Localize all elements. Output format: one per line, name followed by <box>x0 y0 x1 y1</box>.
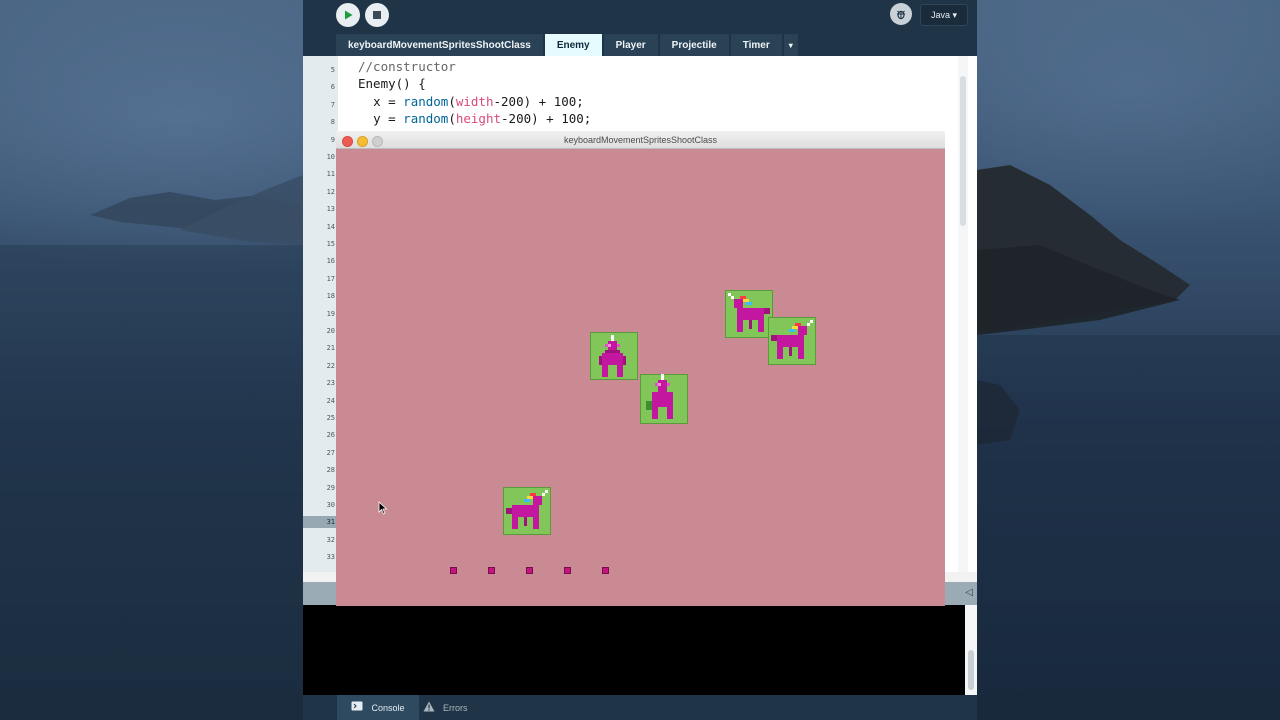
tab-enemy[interactable]: Enemy <box>544 34 602 56</box>
tab-timer[interactable]: Timer <box>730 34 782 56</box>
line-number: 32 <box>326 535 335 544</box>
line-number: 10 <box>326 153 335 161</box>
tab-player[interactable]: Player <box>603 34 658 56</box>
warning-icon <box>423 701 435 715</box>
enemy-sprite <box>768 317 816 365</box>
sketch-window-title: keyboardMovementSpritesShootClass <box>563 135 718 145</box>
projectile <box>526 567 533 574</box>
bottom-tabs: Console Errors <box>303 695 977 720</box>
line-number: 5 <box>330 66 335 74</box>
collapse-console-icon[interactable]: ◁ <box>965 587 973 598</box>
debug-button[interactable] <box>890 3 912 25</box>
play-icon <box>345 10 353 20</box>
line-number: 18 <box>326 292 335 301</box>
console-scrollbar-thumb[interactable] <box>968 650 974 690</box>
mode-selector[interactable]: Java ▾ <box>920 4 968 26</box>
line-number: 12 <box>326 187 335 196</box>
line-number: 6 <box>330 83 335 92</box>
window-close-button[interactable] <box>342 136 353 147</box>
stop-icon <box>373 11 381 19</box>
line-number: 8 <box>330 118 335 127</box>
line-number: 16 <box>326 257 335 266</box>
errors-tab-label: Errors <box>443 702 468 713</box>
console-tab[interactable]: Console <box>337 695 419 720</box>
debugger-icon <box>897 10 905 20</box>
enemy-sprite <box>590 332 638 380</box>
line-number: 23 <box>326 379 335 388</box>
line-number: 17 <box>326 274 335 283</box>
unicorn-front-icon <box>646 374 673 419</box>
errors-tab[interactable]: Errors <box>423 695 483 720</box>
projectile <box>488 567 495 574</box>
mouse-cursor-icon <box>378 501 388 515</box>
tab-projectile[interactable]: Projectile <box>659 34 729 56</box>
window-maximize-button[interactable] <box>372 136 383 147</box>
unicorn-front-icon <box>599 335 626 377</box>
line-number: 9 <box>330 135 335 144</box>
line-number: 31 <box>303 516 338 529</box>
line-number: 13 <box>326 205 335 214</box>
sketch-window: keyboardMovementSpritesShootClass <box>336 131 945 606</box>
projectile <box>564 567 571 574</box>
code-line: Enemy() { <box>358 76 426 92</box>
unicorn-side-icon <box>506 490 548 529</box>
editor-scrollbar-thumb[interactable] <box>960 76 966 226</box>
line-number: 7 <box>330 100 335 109</box>
line-number: 19 <box>326 309 335 318</box>
line-number: 28 <box>326 466 335 475</box>
stop-button[interactable] <box>365 3 389 27</box>
line-number: 11 <box>326 170 335 179</box>
sketch-canvas[interactable] <box>336 149 945 606</box>
enemy-sprite <box>725 290 773 338</box>
unicorn-side-icon <box>728 293 770 332</box>
line-number: 22 <box>326 361 335 370</box>
projectile <box>450 567 457 574</box>
line-number: 14 <box>326 222 335 231</box>
line-number: 29 <box>326 483 335 492</box>
editor-scrollbar[interactable] <box>958 56 968 572</box>
sketch-titlebar[interactable]: keyboardMovementSpritesShootClass <box>336 131 945 149</box>
player-sprite <box>503 487 551 535</box>
line-number: 24 <box>326 396 335 405</box>
code-line: x = random(width-200) + 100; <box>373 93 584 109</box>
line-number-gutter: 5 6 7 8 9 10 11 12 13 14 15 16 17 18 19 20 21 22 23 24 25 26 2… <box>303 56 338 572</box>
editor-tabs: keyboardMovementSpritesShootClass Enemy … <box>336 34 800 56</box>
enemy-sprite <box>640 374 688 424</box>
line-number: 27 <box>326 448 335 457</box>
terminal-icon <box>351 701 363 714</box>
line-number: 21 <box>326 344 335 353</box>
line-number: 15 <box>326 240 335 248</box>
tab-keyboardmovementspritesshootclass[interactable]: keyboardMovementSpritesShootClass <box>336 34 543 56</box>
line-number: 30 <box>326 501 335 509</box>
unicorn-side-icon <box>771 320 813 359</box>
line-number: 25 <box>326 414 335 422</box>
console-scrollbar[interactable] <box>965 605 977 695</box>
projectile <box>602 567 609 574</box>
console-tab-label: Console <box>371 702 405 713</box>
code-line: y = random(height-200) + 100; <box>373 111 592 127</box>
line-number: 20 <box>326 327 335 335</box>
line-number: 33 <box>326 553 335 562</box>
toolbar: Java ▾ <box>303 0 977 34</box>
tab-menu-button[interactable]: ▾ <box>783 34 798 56</box>
run-button[interactable] <box>336 3 360 27</box>
line-number: 26 <box>326 431 335 440</box>
console-output[interactable] <box>303 605 965 695</box>
window-minimize-button[interactable] <box>357 136 368 147</box>
code-line: //constructor <box>358 59 456 74</box>
